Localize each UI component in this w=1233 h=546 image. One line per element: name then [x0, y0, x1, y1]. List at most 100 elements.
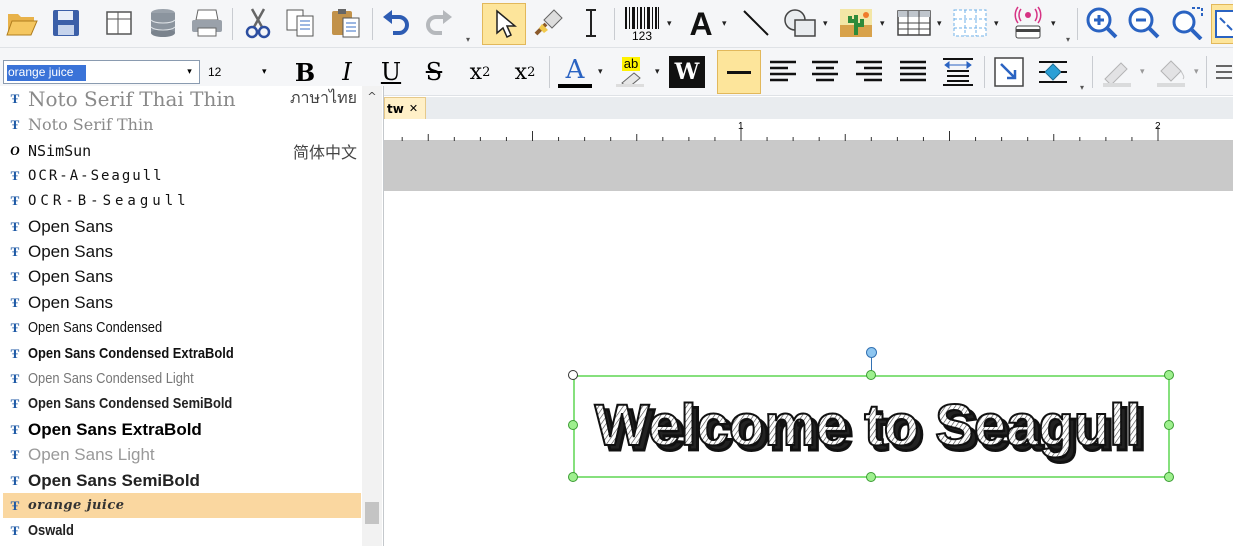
bring-to-front-icon[interactable] [1034, 52, 1072, 92]
print-icon[interactable] [188, 6, 226, 40]
redo-icon[interactable] [421, 6, 457, 40]
scroll-up-arrow-icon[interactable]: ^ [362, 86, 382, 106]
font-color-button[interactable]: A [555, 52, 595, 92]
font-list-item[interactable]: Ŧ Open Sans [3, 264, 361, 289]
handle-bottom-right[interactable] [1164, 472, 1174, 482]
zoom-in-icon[interactable] [1083, 6, 1121, 40]
document-tab[interactable]: tw ✕ [384, 97, 426, 119]
font-list-item[interactable]: Ŧ Open Sans SemiBold [3, 468, 361, 493]
rfid-encoder-icon[interactable] [1008, 4, 1048, 44]
zoom-to-fit-icon[interactable] [1168, 6, 1206, 40]
font-list-item[interactable]: Ŧ Open Sans Condensed Light [3, 366, 361, 391]
line-style-icon[interactable] [1210, 54, 1233, 90]
font-list-item[interactable]: Ŧorange juice [3, 493, 361, 518]
font-list-item[interactable]: Ŧ Open Sans [3, 290, 361, 315]
text-spacing-button[interactable] [717, 50, 761, 94]
label-canvas[interactable] [384, 191, 1233, 546]
format-painter-icon[interactable] [530, 6, 568, 40]
fill-color-dropdown-arrow[interactable]: ▾ [1194, 68, 1199, 77]
font-list-item[interactable]: Ŧ Open Sans Light [3, 442, 361, 467]
font-list-item[interactable]: Ŧ OCR-B-Seagull [3, 188, 361, 213]
highlight-button[interactable]: ab [611, 52, 651, 92]
picture-dropdown-arrow[interactable]: ▾ [880, 20, 885, 29]
copy-icon[interactable] [283, 6, 319, 40]
shape-dropdown-arrow[interactable]: ▾ [823, 20, 828, 29]
font-list-item-label: Oswald [28, 522, 74, 539]
fit-page-icon[interactable] [1211, 4, 1233, 44]
line-color-dropdown-arrow[interactable]: ▾ [1140, 68, 1145, 77]
text-tool-icon[interactable]: A [682, 4, 720, 44]
handle-top-left[interactable] [568, 370, 578, 380]
toolbar-overflow-icon[interactable]: ▾ [1080, 84, 1088, 92]
superscript-button[interactable]: x2 [505, 52, 545, 92]
line-tool-icon[interactable] [738, 6, 774, 40]
align-right-icon[interactable] [850, 54, 888, 90]
text-dropdown-arrow[interactable]: ▾ [722, 20, 727, 29]
toolbar-overflow-icon[interactable]: ▾ [466, 36, 474, 44]
barcode-dropdown-arrow[interactable]: ▾ [667, 20, 672, 29]
strikethrough-button[interactable]: S [416, 52, 452, 92]
font-list-item[interactable]: Ŧ Noto Serif Thai Thin ภาษาไทย [3, 86, 361, 111]
paste-icon[interactable] [327, 6, 365, 40]
font-list-item[interactable]: Ŧ Open Sans Condensed ExtraBold [3, 341, 361, 366]
selected-text-object[interactable]: Welcome to Seagull Welcome to Seagull [573, 375, 1170, 478]
font-list-item[interactable]: Ŧ OCR-A-Seagull [3, 163, 361, 188]
subscript-button[interactable]: x2 [460, 52, 500, 92]
grid-tool-icon[interactable] [950, 6, 990, 40]
save-icon[interactable] [48, 6, 84, 40]
font-name-combobox[interactable]: ▾ [3, 60, 200, 84]
handle-middle-left[interactable] [568, 420, 578, 430]
line-color-icon[interactable] [1098, 54, 1136, 90]
font-color-dropdown-arrow[interactable]: ▾ [598, 68, 603, 77]
handle-top-right[interactable] [1164, 370, 1174, 380]
rotation-handle[interactable] [866, 347, 877, 358]
justify-icon[interactable] [894, 54, 932, 90]
grid-dropdown-arrow[interactable]: ▾ [994, 20, 999, 29]
open-folder-icon[interactable] [4, 6, 40, 40]
font-list-item[interactable]: O NSimSun 简体中文 [3, 138, 361, 163]
font-name-input[interactable] [5, 62, 183, 82]
handle-top-center[interactable] [866, 370, 876, 380]
table-dropdown-arrow[interactable]: ▾ [937, 20, 942, 29]
text-cursor-icon[interactable] [576, 6, 606, 40]
toolbar-separator [984, 56, 985, 88]
database-icon[interactable] [145, 6, 181, 40]
select-pointer-icon[interactable] [482, 3, 526, 45]
handle-bottom-center[interactable] [866, 472, 876, 482]
send-to-back-icon[interactable] [990, 52, 1028, 92]
font-list-item[interactable]: Ŧ Open Sans Condensed [3, 315, 361, 340]
font-size-input[interactable] [208, 63, 258, 81]
font-list-scrollbar[interactable]: ^ [362, 86, 382, 546]
handle-middle-right[interactable] [1164, 420, 1174, 430]
close-tab-icon[interactable]: ✕ [409, 102, 418, 115]
truetype-icon: Ŧ [10, 472, 20, 488]
font-dropdown-arrow[interactable]: ▾ [181, 62, 198, 82]
picture-tool-icon[interactable] [836, 6, 876, 40]
font-list-item[interactable]: Ŧ Open Sans [3, 239, 361, 264]
font-list-item[interactable]: Ŧ Open Sans Condensed SemiBold [3, 391, 361, 416]
font-list-item[interactable]: Ŧ Open Sans ExtraBold [3, 417, 361, 442]
fill-color-icon[interactable] [1152, 54, 1190, 90]
undo-icon[interactable] [378, 6, 414, 40]
font-list-item[interactable]: Ŧ Oswald [3, 518, 361, 543]
shape-tool-icon[interactable] [780, 6, 820, 40]
align-left-icon[interactable] [764, 54, 802, 90]
highlight-dropdown-arrow[interactable]: ▾ [655, 68, 660, 77]
horizontal-ruler: 1 2 [384, 119, 1233, 141]
fit-text-icon[interactable] [938, 52, 978, 92]
barcode-icon[interactable]: 123 [622, 4, 662, 44]
handle-bottom-left[interactable] [568, 472, 578, 482]
cut-icon[interactable] [240, 6, 276, 40]
zoom-out-icon[interactable] [1125, 6, 1163, 40]
wordart-button[interactable]: W [669, 56, 705, 88]
toolbar-overflow-icon[interactable]: ▾ [1066, 36, 1074, 44]
font-list-item[interactable]: Ŧ Noto Serif Thin [3, 112, 361, 137]
align-center-icon[interactable] [806, 54, 844, 90]
table-tool-icon[interactable] [894, 6, 934, 40]
rfid-dropdown-arrow[interactable]: ▾ [1051, 20, 1056, 29]
font-size-combobox[interactable]: ▾ [203, 60, 275, 84]
page-setup-icon[interactable] [101, 6, 137, 40]
font-list-item[interactable]: Ŧ Open Sans [3, 214, 361, 239]
font-size-dropdown-arrow[interactable]: ▾ [262, 67, 267, 77]
scrollbar-thumb[interactable] [365, 502, 379, 524]
